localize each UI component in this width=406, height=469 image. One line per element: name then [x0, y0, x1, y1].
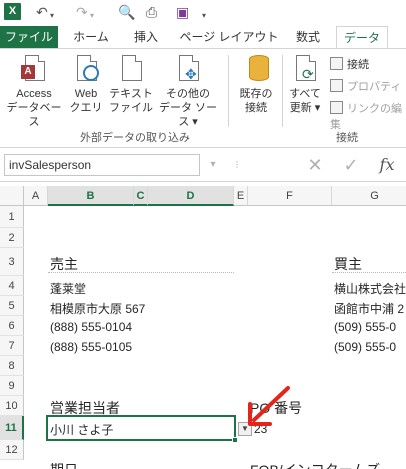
annotation-arrow-icon [248, 386, 290, 426]
seller-address: 相模原市大原 567 [50, 302, 146, 316]
redo-dropdown-icon[interactable]: ▾ [90, 6, 94, 26]
salesperson-value: 小川 さよ子 [50, 423, 114, 437]
row-header[interactable]: 5 [0, 296, 24, 316]
seller-header: 売主 [50, 256, 78, 272]
column-header-a[interactable]: A [24, 186, 48, 206]
insert-function-icon[interactable]: fx [376, 154, 398, 176]
worksheet-grid[interactable]: A B C D E F G 1 2 3 4 5 6 7 8 9 10 11 12… [0, 186, 406, 469]
row-header[interactable]: 12 [0, 440, 24, 460]
ribbon-tabs: ファイル ホーム 挿入 ページ レイアウト 数式 データ [0, 26, 406, 48]
tab-file[interactable]: ファイル [0, 26, 58, 48]
name-box[interactable]: invSalesperson [4, 154, 200, 176]
ribbon-separator [228, 55, 229, 127]
print-preview-icon[interactable]: 🔍 [118, 2, 135, 22]
column-header-c[interactable]: C [134, 186, 148, 206]
group-label-external-data: 外部データの取り込み [80, 132, 190, 144]
row-header[interactable]: 4 [0, 276, 24, 296]
formula-bar-splitter-icon[interactable]: ⋮ [226, 154, 248, 176]
seller-name: 蓬莱堂 [50, 282, 87, 296]
row-header[interactable]: 3 [0, 248, 24, 276]
buyer-phone: (509) 555-0 [334, 320, 397, 334]
web-query-icon [71, 53, 101, 85]
row-header[interactable]: 11 [0, 416, 24, 440]
seller-underline [48, 272, 234, 273]
column-header-g[interactable]: G [332, 186, 406, 206]
seller-phone: (888) 555-0104 [50, 320, 133, 334]
buyer-address: 函館市中浦 2 [334, 302, 405, 316]
ribbon-data: A Access データベース Web クエリ テキスト ファイル ✥ その他の… [0, 48, 406, 148]
existing-connections-icon [241, 53, 271, 85]
fob-label: FOB/インコタームズ [250, 460, 380, 469]
column-header-d[interactable]: D [148, 186, 234, 206]
row-header[interactable]: 6 [0, 316, 24, 336]
other-sources-icon: ✥ [173, 53, 203, 85]
connections-icon [330, 57, 343, 70]
refresh-all-icon: ⟳ [290, 53, 320, 85]
buyer-underline [332, 272, 406, 273]
column-header-e[interactable]: E [234, 186, 248, 206]
properties-icon [330, 79, 343, 92]
text-file-button[interactable]: テキスト ファイル [108, 53, 154, 115]
row-header[interactable]: 10 [0, 396, 24, 416]
undo-icon[interactable]: ↶ [36, 2, 48, 22]
tab-formulas[interactable]: 数式 [286, 26, 330, 48]
tab-page-layout[interactable]: ページ レイアウト [176, 26, 282, 48]
row-header[interactable]: 7 [0, 336, 24, 356]
group-label-connections: 接続 [336, 132, 358, 144]
seller-fax: (888) 555-0105 [50, 340, 133, 354]
tab-data[interactable]: データ [336, 26, 388, 48]
name-box-dropdown-icon[interactable]: ▾ [202, 154, 224, 176]
ribbon-separator [282, 55, 283, 127]
enter-icon[interactable]: ✓ [340, 154, 362, 176]
customize-qat-icon[interactable]: ▾ [202, 6, 206, 26]
cancel-icon[interactable]: ✕ [304, 154, 326, 176]
select-all-corner[interactable] [0, 186, 24, 206]
row-header[interactable]: 9 [0, 376, 24, 396]
text-file-icon [116, 53, 146, 85]
other-sources-button[interactable]: ✥ その他の データ ソース ▾ [154, 53, 222, 129]
refresh-all-button[interactable]: ⟳ すべて 更新 ▾ [286, 53, 324, 115]
save-icon[interactable]: ▣ [176, 2, 189, 22]
buyer-header: 買主 [334, 256, 362, 272]
tab-home[interactable]: ホーム [66, 26, 116, 48]
redo-icon[interactable]: ↷ [76, 2, 88, 22]
tab-insert[interactable]: 挿入 [124, 26, 168, 48]
existing-connections-button[interactable]: 既存の 接続 [234, 53, 278, 115]
row-header[interactable]: 8 [0, 356, 24, 376]
web-query-button[interactable]: Web クエリ [66, 53, 106, 115]
access-database-button[interactable]: A Access データベース [4, 53, 64, 129]
undo-dropdown-icon[interactable]: ▾ [50, 6, 54, 26]
access-icon: A [19, 53, 49, 85]
properties-button[interactable]: プロパティ [330, 79, 401, 95]
column-header-f[interactable]: F [248, 186, 332, 206]
quick-access-toolbar: X ↶ ▾ ↷ ▾ 🔍 ⎙ ▣ ▾ [0, 0, 406, 26]
excel-logo-icon: X [4, 3, 21, 20]
formula-bar: invSalesperson ▾ ⋮ ✕ ✓ fx [0, 148, 406, 182]
column-header-b[interactable]: B [48, 186, 134, 206]
row-header[interactable]: 1 [0, 206, 24, 228]
date-label: 期日 [50, 460, 78, 469]
row-header[interactable]: 2 [0, 228, 24, 248]
fill-handle[interactable] [232, 437, 238, 443]
connections-button[interactable]: 接続 [330, 57, 369, 73]
print-icon[interactable]: ⎙ [146, 2, 157, 22]
salesperson-cell[interactable]: 小川 さよ子 [46, 415, 236, 441]
buyer-fax: (509) 555-0 [334, 340, 397, 354]
edit-links-icon [330, 101, 343, 114]
buyer-name: 横山株式会社 [334, 282, 406, 296]
